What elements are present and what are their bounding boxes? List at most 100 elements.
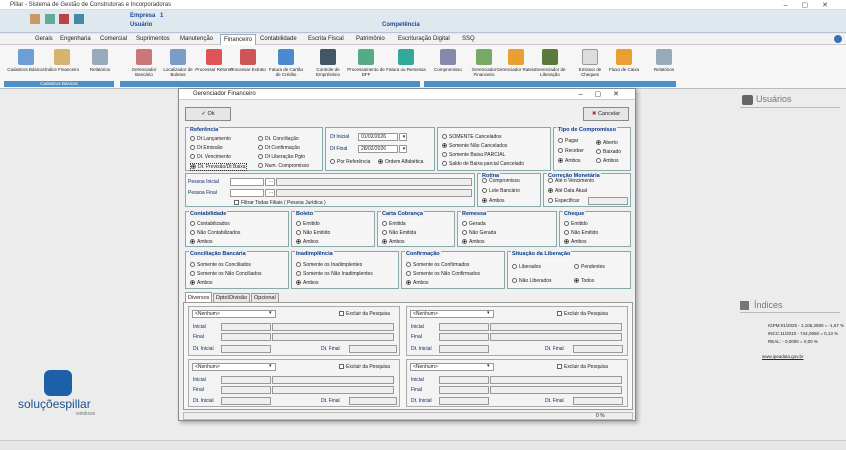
inad-nao-inadimplentes[interactable]: Somente os Não Inadimplentes bbox=[296, 271, 373, 277]
cont-ambos[interactable]: Ambos bbox=[190, 239, 213, 245]
menu-manutencao[interactable]: Manutenção bbox=[180, 36, 213, 42]
menu-financeiro[interactable]: Financeiro bbox=[220, 34, 257, 45]
ref-dt-vencimento[interactable]: Dt. Vencimento bbox=[190, 154, 231, 160]
excluir-checkbox[interactable]: Excluir da Pesquisa bbox=[339, 311, 390, 317]
chevron-down-icon[interactable]: ▾ bbox=[487, 310, 490, 316]
inicial-input[interactable] bbox=[221, 376, 271, 384]
ordem-por-referencia[interactable]: Por Referência bbox=[330, 159, 370, 165]
chevron-down-icon[interactable]: ▾ bbox=[269, 310, 272, 316]
ok-button[interactable]: ✔ Ok bbox=[185, 107, 231, 121]
cont-contabilizados[interactable]: Contabilizados bbox=[190, 221, 230, 227]
calendar-icon[interactable] bbox=[59, 14, 70, 24]
filter-select[interactable]: <Nenhum> bbox=[192, 363, 276, 371]
status-saldo-baixa-parcial[interactable]: Saldo de Baixa parcial Cancelado bbox=[442, 161, 524, 167]
dt-inicial-input[interactable]: 01/02/2026 bbox=[358, 133, 398, 141]
chevron-down-icon[interactable]: ▾ bbox=[269, 363, 272, 369]
excluir-checkbox[interactable]: Excluir da Pesquisa bbox=[557, 364, 608, 370]
ref-dt-previsao-baixa[interactable]: Dt. Previsão/Dt Baixa bbox=[190, 163, 247, 171]
tab-opcional[interactable]: Opcional bbox=[251, 293, 279, 302]
conc-ambos[interactable]: Ambos bbox=[190, 280, 213, 286]
dt-final-input[interactable] bbox=[349, 397, 397, 405]
status-somente-cancelados[interactable]: SOMENTE Cancelados bbox=[442, 134, 502, 140]
menu-patrimonio[interactable]: Patrimônio bbox=[356, 36, 385, 42]
dt-inicial-input[interactable] bbox=[439, 397, 489, 405]
tipo-ambos[interactable]: Ambos bbox=[558, 158, 581, 164]
menu-contabilidade[interactable]: Contabilidade bbox=[260, 36, 297, 42]
ordem-alfabetica[interactable]: Ordem Alfabética bbox=[378, 159, 423, 165]
rotina-ambos[interactable]: Ambos bbox=[482, 198, 505, 204]
lib-liberados[interactable]: Liberados bbox=[512, 264, 541, 270]
filter-select[interactable]: <Nenhum> bbox=[192, 310, 276, 318]
dt-final-input[interactable] bbox=[349, 345, 397, 353]
correcao-especificar[interactable]: Especificar bbox=[548, 198, 579, 204]
cont-nao-contabilizados[interactable]: Não Contabilizados bbox=[190, 230, 240, 236]
boleto-emitido[interactable]: Emitido bbox=[296, 221, 320, 227]
pessoa-inicial-input[interactable] bbox=[230, 178, 264, 186]
ipeadata-link[interactable]: www.ipeadata.gov.br bbox=[762, 354, 803, 359]
lib-todos[interactable]: Todos bbox=[574, 278, 594, 284]
calendar-icon[interactable]: ▾ bbox=[399, 145, 407, 153]
remessa-gerada[interactable]: Gerada bbox=[462, 221, 486, 227]
filiais-checkbox[interactable]: Filtrar Todas Filiais ( Pessoa Jurídica … bbox=[234, 200, 326, 206]
chevron-down-icon[interactable]: ▾ bbox=[487, 363, 490, 369]
final-input[interactable] bbox=[221, 333, 271, 341]
ellipsis-button[interactable]: ··· bbox=[265, 178, 275, 186]
excluir-checkbox[interactable]: Excluir da Pesquisa bbox=[557, 311, 608, 317]
ref-dt-emissao[interactable]: Dt Emissão bbox=[190, 145, 223, 151]
inicial-input[interactable] bbox=[221, 323, 271, 331]
menu-ssq[interactable]: SSQ bbox=[462, 36, 475, 42]
final-input[interactable] bbox=[439, 386, 489, 394]
ref-num-compromisso[interactable]: Num. Compromisso bbox=[258, 163, 309, 169]
dt-final-input[interactable] bbox=[573, 397, 623, 405]
ref-dt-liberacao-pgto[interactable]: Dt Liberação Pgto bbox=[258, 154, 305, 160]
menu-escrituracao-digital[interactable]: Escrituração Digital bbox=[398, 36, 450, 42]
carta-emitida[interactable]: Emitida bbox=[382, 221, 406, 227]
boleto-nao-emitido[interactable]: Não Emitido bbox=[296, 230, 330, 236]
filter-select[interactable]: <Nenhum> bbox=[410, 363, 494, 371]
lib-pendentes[interactable]: Pendentes bbox=[574, 264, 605, 270]
situacao-baixado[interactable]: Baixado bbox=[596, 149, 621, 155]
remessa-ambos[interactable]: Ambos bbox=[462, 239, 485, 245]
remessa-nao-gerada[interactable]: Não Gerada bbox=[462, 230, 496, 236]
situacao-aberto[interactable]: Aberto bbox=[596, 140, 618, 146]
tipo-receber[interactable]: Receber bbox=[558, 148, 584, 154]
final-input[interactable] bbox=[221, 386, 271, 394]
status-baixa-parcial[interactable]: Somente Baixa PARCIAL bbox=[442, 152, 505, 158]
inicial-input[interactable] bbox=[439, 323, 489, 331]
rotina-lote-bancario[interactable]: Lote Bancário bbox=[482, 188, 520, 194]
cheque-nao-emitido[interactable]: Não Emitido bbox=[564, 230, 598, 236]
tools-icon[interactable] bbox=[44, 14, 55, 24]
help-icon[interactable] bbox=[834, 35, 842, 43]
conf-nao-confirmados[interactable]: Somente os Não Confirmados bbox=[406, 271, 480, 277]
toolbar-icons[interactable] bbox=[30, 14, 140, 28]
inad-ambos[interactable]: Ambos bbox=[296, 280, 319, 286]
tab-diversos[interactable]: Diversos bbox=[185, 292, 213, 302]
menu-engenharia[interactable]: Engenharia bbox=[60, 36, 91, 42]
dialog-window-controls[interactable]: –▢✕ bbox=[579, 89, 631, 100]
status-nao-cancelados[interactable]: Somente Não Cancelados bbox=[442, 143, 507, 149]
window-controls[interactable]: –▢✕ bbox=[784, 1, 842, 9]
cancel-button[interactable]: ✖ Cancelar bbox=[583, 107, 629, 121]
menu-comercial[interactable]: Comercial bbox=[100, 36, 127, 42]
folder-icon[interactable] bbox=[30, 14, 40, 24]
ref-dt-lancamento[interactable]: Dt Lançamento bbox=[190, 136, 231, 142]
conc-conciliados[interactable]: Somente os Conciliados bbox=[190, 262, 251, 268]
cheque-emitido[interactable]: Emitido bbox=[564, 221, 588, 227]
help-icon[interactable] bbox=[74, 14, 85, 24]
ellipsis-button[interactable]: ··· bbox=[265, 189, 275, 197]
dt-inicial-input[interactable] bbox=[221, 397, 271, 405]
final-input[interactable] bbox=[439, 333, 489, 341]
cheque-ambos[interactable]: Ambos bbox=[564, 239, 587, 245]
carta-nao-emitida[interactable]: Não Emitida bbox=[382, 230, 416, 236]
conc-nao-conciliados[interactable]: Somente os Não Conciliados bbox=[190, 271, 261, 277]
menu-gerais[interactable]: Gerais bbox=[35, 36, 53, 42]
dt-inicial-input[interactable] bbox=[221, 345, 271, 353]
menu-escrita-fiscal[interactable]: Escrita Fiscal bbox=[308, 36, 344, 42]
situacao-ambos[interactable]: Ambos bbox=[596, 158, 619, 164]
calendar-icon[interactable]: ▾ bbox=[399, 133, 407, 141]
carta-ambos[interactable]: Ambos bbox=[382, 239, 405, 245]
filter-select[interactable]: <Nenhum> bbox=[410, 310, 494, 318]
excluir-checkbox[interactable]: Excluir da Pesquisa bbox=[339, 364, 390, 370]
conf-ambos[interactable]: Ambos bbox=[406, 280, 429, 286]
dt-final-input[interactable]: 28/02/2026 bbox=[358, 145, 398, 153]
